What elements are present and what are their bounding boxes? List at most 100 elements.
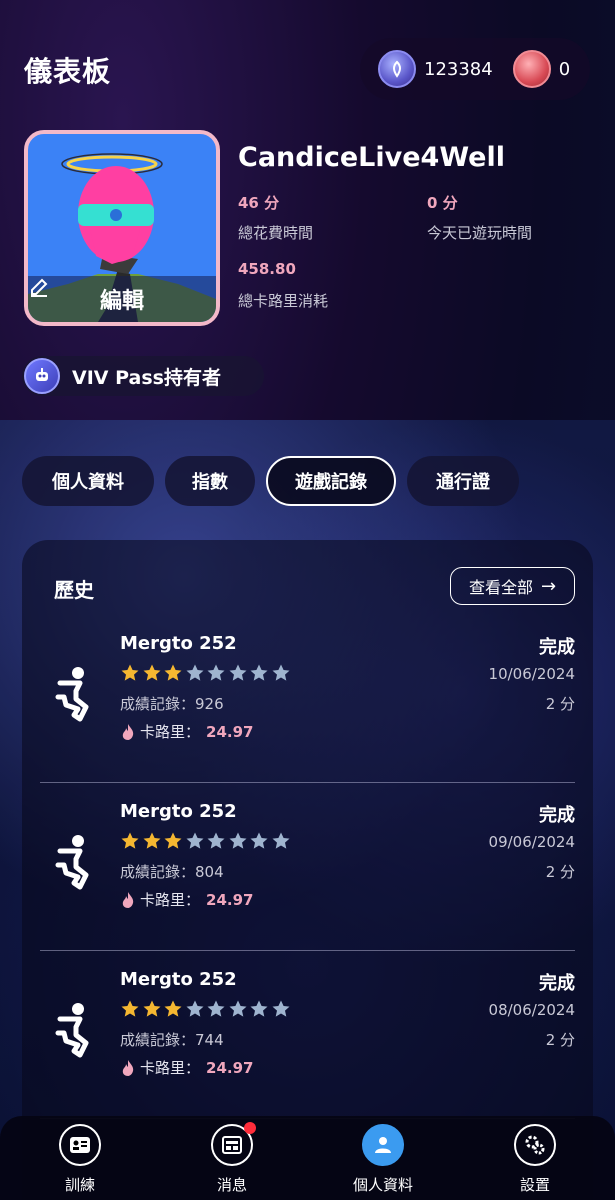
date-label: 10/06/2024 [488,665,575,683]
star-filled-icon [143,1000,160,1017]
game-name: Mergto 252 [120,969,237,990]
settings-icon [514,1124,556,1166]
star-empty-icon [272,664,289,681]
score-line: 成績記錄：926 [120,695,224,713]
edit-label: 編輯 [99,289,144,314]
star-filled-icon [121,832,139,849]
pass-label: VIV Pass持有者 [72,366,221,389]
today-time-value: 0 分 [427,194,458,212]
duration-label: 2 分 [545,695,575,713]
calorie-line: 卡路里： 24.97 [120,889,253,910]
nav-news[interactable]: 消息 [182,1122,282,1200]
nav-news-label: 消息 [216,1176,247,1194]
star-empty-icon [272,832,289,849]
squat-icon [55,1003,89,1058]
calorie-label: 卡路里： [140,891,201,909]
star-filled-icon [164,664,182,681]
star-rating [120,831,292,851]
token-balance: 123384 [424,58,493,80]
star-empty-icon [250,832,268,849]
today-time-label: 今天已遊玩時間 [427,224,533,242]
squat-icon [55,667,89,722]
flame-icon [122,723,134,740]
flame-icon [122,891,134,908]
notification-badge [244,1122,256,1134]
duration-label: 2 分 [545,1031,575,1049]
avatar[interactable]: 編輯 [24,130,220,326]
date-label: 09/06/2024 [488,833,575,851]
tab-game-records[interactable]: 遊戲記錄 [266,456,396,506]
calorie-line: 卡路里： 24.97 [120,1057,253,1078]
star-empty-icon [250,664,268,681]
total-calories-value: 458.80 [238,260,296,278]
bottom-nav: 訓練 消息 個人資料 設置 [0,1116,615,1200]
star-empty-icon [186,832,203,849]
pass-robot-icon [24,358,60,394]
page-title: 儀表板 [24,55,112,88]
star-filled-icon [164,832,182,849]
tab-pass[interactable]: 通行證 [407,456,519,506]
star-empty-icon [250,1000,268,1017]
star-empty-icon [186,1000,203,1017]
profile-icon [362,1124,404,1166]
viv-pass-badge[interactable]: VIV Pass持有者 [22,356,264,396]
score-value: 744 [195,1031,224,1049]
pencil-icon [31,278,48,297]
nav-profile-label: 個人資料 [352,1176,413,1194]
star-filled-icon [164,1000,182,1017]
star-rating [120,999,292,1019]
wallet-pill[interactable]: 123384 0 [360,38,590,100]
gem-coin-icon [512,50,551,88]
history-row[interactable]: Mergto 252 成績記錄：804 卡路里： 24.97 完成 09/06/… [40,783,575,951]
history-card: 歷史 查看全部 → Mergto 252 成績記錄：926 卡路里： 24.97… [22,540,593,1200]
date-label: 08/06/2024 [488,1001,575,1019]
arrow-right-icon: → [540,575,557,597]
star-filled-icon [143,832,160,849]
status-label: 完成 [539,805,575,826]
duration-label: 2 分 [545,863,575,881]
star-filled-icon [121,664,139,681]
total-time-value: 46 分 [238,194,280,212]
score-line: 成績記錄：804 [120,863,224,881]
score-value: 804 [195,863,224,881]
history-row[interactable]: Mergto 252 成績記錄：744 卡路里： 24.97 完成 08/06/… [40,951,575,1119]
header: 儀表板 123384 0 [0,0,615,110]
calorie-value: 24.97 [206,722,254,741]
nav-settings[interactable]: 設置 [485,1124,585,1200]
game-name: Mergto 252 [120,801,237,822]
training-icon [59,1124,101,1166]
view-all-label: 查看全部 [468,578,533,597]
tab-profile[interactable]: 個人資料 [22,456,154,506]
calorie-label: 卡路里： [140,723,201,741]
nav-training-label: 訓練 [64,1176,95,1194]
username: CandiceLive4Well [238,142,505,173]
game-name: Mergto 252 [120,633,237,654]
star-rating [120,663,292,683]
star-empty-icon [229,664,246,681]
star-empty-icon [207,1000,225,1017]
view-all-button[interactable]: 查看全部 → [450,567,575,605]
total-time-label: 總花費時間 [238,224,314,242]
score-value: 926 [195,695,224,713]
edit-avatar-button[interactable]: 編輯 [28,276,216,322]
calorie-label: 卡路里： [140,1059,201,1077]
star-empty-icon [229,832,246,849]
star-empty-icon [186,664,203,681]
token-coin-icon [378,50,416,88]
nav-training[interactable]: 訓練 [30,1124,130,1200]
flame-icon [122,1059,134,1076]
squat-icon [55,835,89,890]
nav-settings-label: 設置 [519,1176,550,1194]
star-empty-icon [207,832,225,849]
star-filled-icon [121,1000,139,1017]
status-label: 完成 [539,637,575,658]
star-empty-icon [272,1000,289,1017]
history-title: 歷史 [54,578,94,602]
calorie-value: 24.97 [206,890,254,909]
status-label: 完成 [539,973,575,994]
star-empty-icon [207,664,225,681]
nav-profile[interactable]: 個人資料 [333,1124,433,1200]
history-row[interactable]: Mergto 252 成績記錄：926 卡路里： 24.97 完成 10/06/… [40,615,575,783]
tab-index[interactable]: 指數 [165,456,255,506]
star-filled-icon [143,664,160,681]
